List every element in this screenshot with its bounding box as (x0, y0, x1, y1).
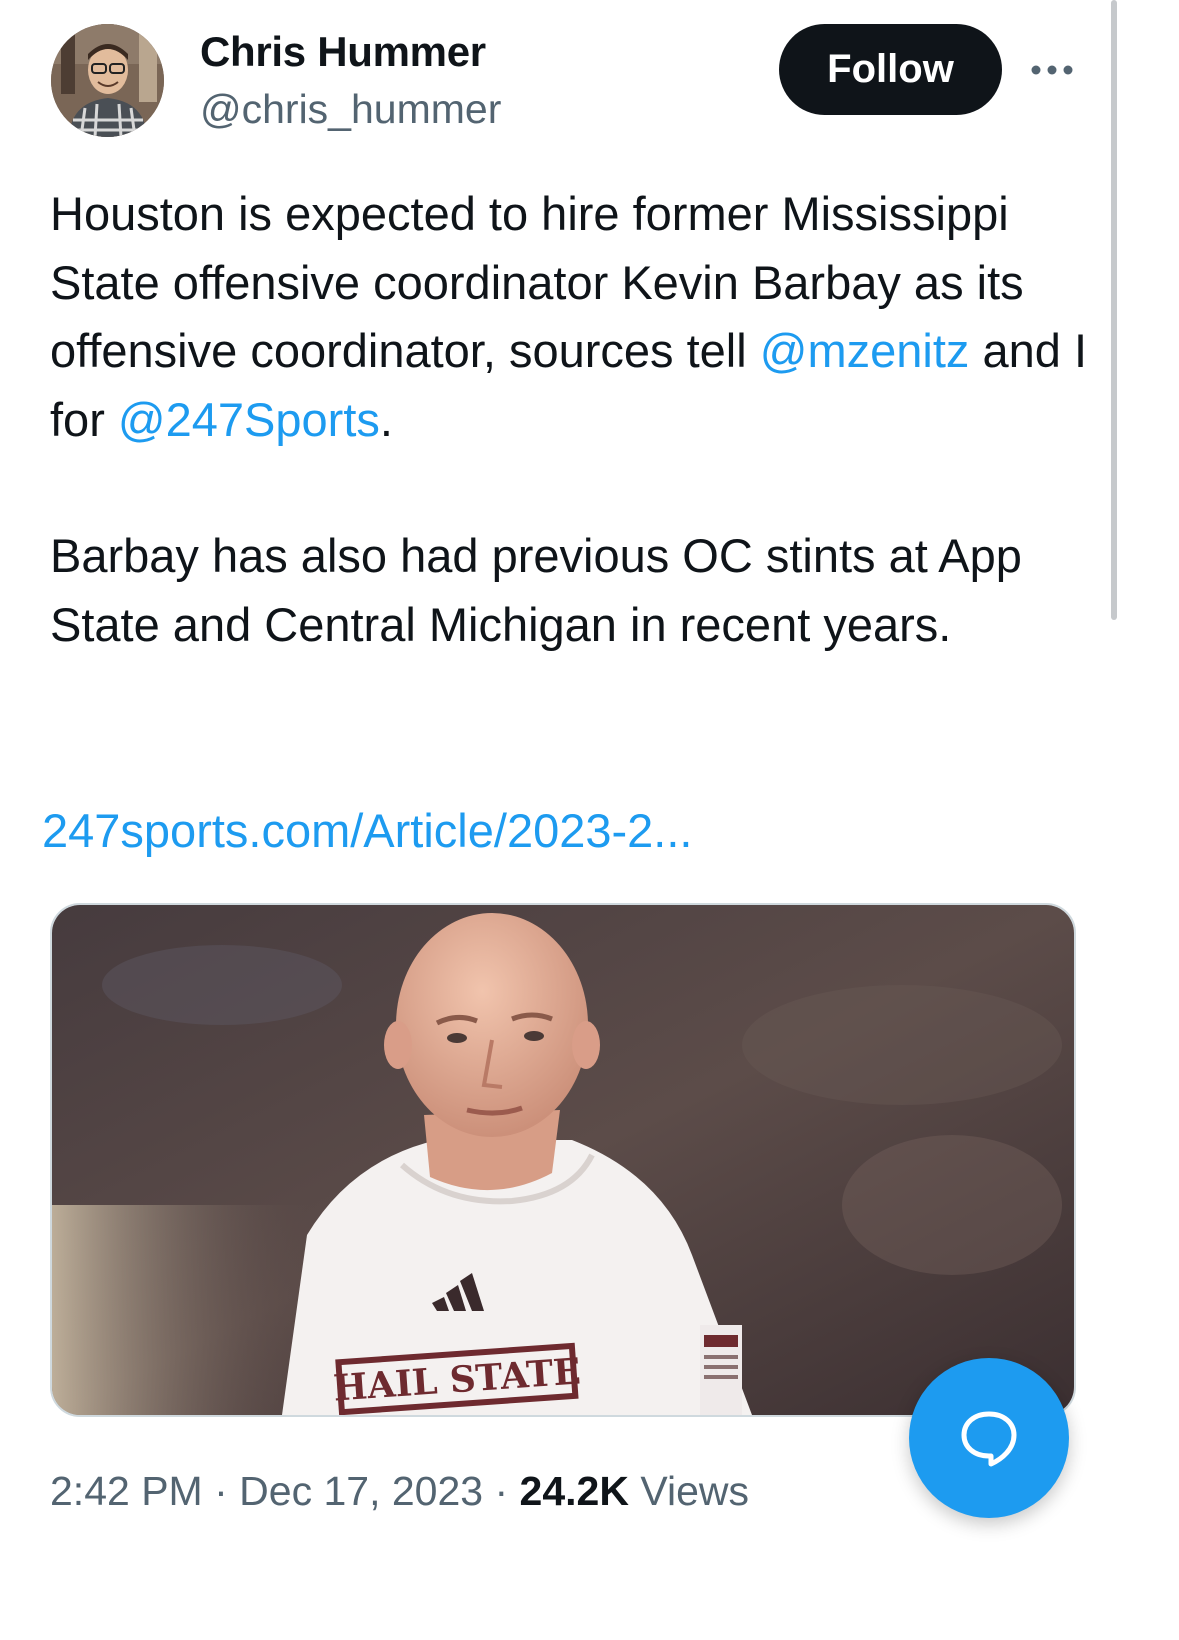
more-options-button[interactable] (1028, 48, 1076, 92)
scrollbar[interactable] (1111, 0, 1117, 620)
tweet-media-image[interactable]: HAIL STATE (50, 903, 1076, 1417)
article-link[interactable]: 247sports.com/Article/2023-2... (42, 803, 692, 858)
reply-button[interactable] (909, 1358, 1069, 1518)
tweet-paragraph: Houston is expected to hire former Missi… (50, 180, 1090, 454)
tweet-paragraph: Barbay has also had previous OC stints a… (50, 529, 1022, 651)
tweet-time[interactable]: 2:42 PM (50, 1468, 203, 1514)
author-name[interactable]: Chris Hummer (200, 28, 486, 76)
tweet-body: Houston is expected to hire former Missi… (50, 180, 1090, 659)
tweet-text-segment: . (379, 392, 393, 446)
meta-separator: · (214, 1468, 228, 1514)
tweet-detail-page: Chris Hummer @chris_hummer Follow Housto… (0, 0, 1179, 1640)
meta-separator: · (494, 1468, 509, 1514)
reply-bubble-icon (961, 1411, 1017, 1467)
author-avatar[interactable] (51, 24, 164, 137)
views-label: Views (640, 1468, 750, 1514)
tweet-meta: 2:42 PM · Dec 17, 2023 · 24.2K Views (50, 1468, 749, 1515)
author-handle[interactable]: @chris_hummer (200, 86, 501, 133)
mention-link[interactable]: @247Sports (118, 393, 380, 446)
coach-photo: HAIL STATE (52, 905, 1074, 1415)
tweet-date[interactable]: Dec 17, 2023 (239, 1468, 483, 1514)
follow-button[interactable]: Follow (779, 24, 1002, 115)
more-horizontal-icon (1031, 65, 1073, 75)
avatar-photo (51, 24, 164, 137)
views-count: 24.2K (519, 1468, 629, 1514)
mention-link[interactable]: @mzenitz (760, 324, 970, 377)
